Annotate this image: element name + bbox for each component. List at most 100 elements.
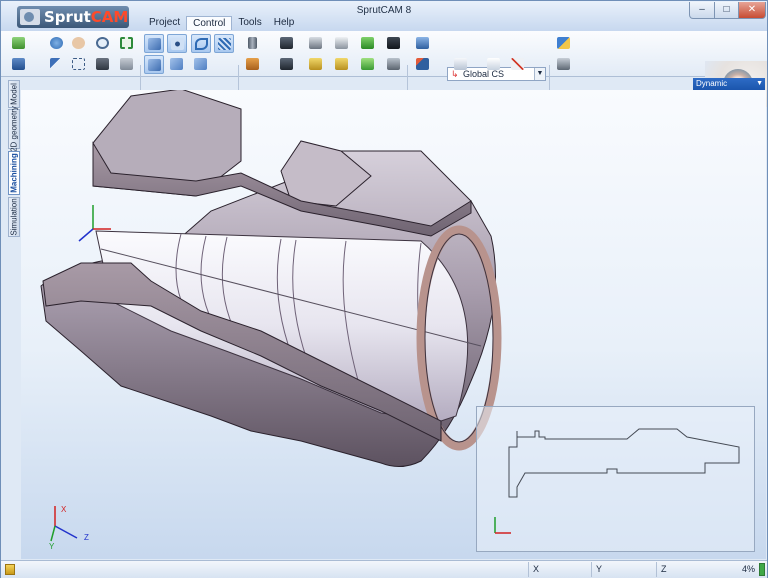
- tool-holder-icon: [248, 37, 257, 49]
- save-icon: [12, 58, 25, 70]
- cs-move-button[interactable]: [413, 55, 433, 74]
- menu-item-control[interactable]: Control: [186, 16, 233, 30]
- point-select-button[interactable]: [167, 34, 187, 53]
- select-window-button[interactable]: [69, 55, 89, 74]
- side-tabs: Model 2D geometry Machining Simulation: [5, 78, 21, 558]
- op-boring-icon: [335, 58, 348, 70]
- surface-select-icon: [218, 38, 231, 50]
- axis-label-z: Z: [84, 533, 89, 542]
- tab-machining[interactable]: Machining: [8, 151, 20, 195]
- op-threading-button[interactable]: [358, 34, 378, 53]
- menu-item-project[interactable]: Project: [143, 16, 186, 30]
- filter-select-2-button[interactable]: [191, 55, 211, 74]
- status-x: X: [528, 562, 588, 577]
- op-roughing-button[interactable]: [277, 34, 297, 53]
- status-progress-label: 4%: [741, 564, 755, 574]
- cs-move-icon: [416, 58, 429, 70]
- simulation-settings-button[interactable]: [554, 34, 574, 53]
- cs-button[interactable]: [413, 34, 433, 53]
- op-drilling-icon: [335, 37, 348, 49]
- tool-settings-button[interactable]: [554, 55, 574, 74]
- 3d-viewport[interactable]: X Z Y: [21, 90, 766, 559]
- filter-select-2-icon: [194, 58, 207, 70]
- zoom-fit-button[interactable]: [117, 34, 137, 53]
- select-arrow-icon: [50, 58, 63, 70]
- chevron-down-icon: ▼: [756, 80, 763, 87]
- select-arrow-button[interactable]: [47, 55, 67, 74]
- shaded-view-icon: [148, 38, 161, 50]
- snapshot-icon: [96, 58, 109, 70]
- simulation-settings-icon: [557, 37, 570, 49]
- print-icon: [120, 58, 133, 70]
- cs-delete-icon: [511, 58, 524, 70]
- cs-edit-button[interactable]: [451, 55, 471, 74]
- save-button[interactable]: [9, 55, 29, 74]
- toolbar: ↳ Global CS ▼: [1, 31, 767, 107]
- axis-label-x: X: [61, 505, 67, 514]
- status-x-label: X: [533, 564, 540, 574]
- title-bar: Sprut CAM SprutCAM 8 – □ ✕ Project Contro…: [1, 1, 767, 31]
- op-grooving-button[interactable]: [384, 34, 404, 53]
- tab-machining-label: Machining: [9, 153, 19, 193]
- machine-button[interactable]: [384, 55, 404, 74]
- status-progress-text: 4%: [727, 562, 757, 577]
- op-finishing-button[interactable]: [306, 34, 326, 53]
- op-parting-icon: [280, 58, 293, 70]
- shaded-view-2-button[interactable]: [144, 55, 164, 74]
- pan-view-icon: [72, 37, 85, 49]
- tab-simulation[interactable]: Simulation: [8, 197, 20, 237]
- menu-item-help[interactable]: Help: [268, 16, 301, 30]
- import-icon: [12, 37, 25, 49]
- app-window: Sprut CAM SprutCAM 8 – □ ✕ Project Contro…: [0, 0, 768, 578]
- profile-outline: [508, 428, 740, 498]
- snapshot-button[interactable]: [93, 55, 113, 74]
- cs-icon: [416, 37, 429, 49]
- tool-holder-button[interactable]: [243, 34, 263, 53]
- tab-2d-geometry-label: 2D geometry: [9, 106, 19, 152]
- op-tilt-icon: [361, 58, 374, 70]
- profile-preview-panel[interactable]: [476, 406, 755, 552]
- point-select-icon: [171, 38, 184, 50]
- status-z: Z: [656, 562, 726, 577]
- status-progress-bar: [759, 563, 765, 576]
- profile-preview-drawing: [494, 428, 740, 534]
- cs-new-button[interactable]: [484, 55, 504, 74]
- op-roughing-icon: [280, 37, 293, 49]
- shaded-view-button[interactable]: [144, 34, 164, 53]
- filter-select-button[interactable]: [167, 55, 187, 74]
- workpiece-icon: [246, 58, 259, 70]
- cs-delete-button[interactable]: [508, 55, 528, 74]
- maximize-button[interactable]: □: [714, 2, 739, 19]
- tab-2d-geometry[interactable]: 2D geometry: [8, 106, 20, 152]
- op-threading-icon: [361, 37, 374, 49]
- menu-item-tools[interactable]: Tools: [232, 16, 267, 30]
- op-boring-button[interactable]: [332, 55, 352, 74]
- curve-select-button[interactable]: [191, 34, 211, 53]
- cs-new-icon: [487, 58, 500, 70]
- zoom-view-icon: [96, 37, 109, 49]
- op-parting-button[interactable]: [277, 55, 297, 74]
- view-mode-value: Dynamic: [696, 79, 728, 88]
- op-drilling-button[interactable]: [332, 34, 352, 53]
- workpiece-button[interactable]: [243, 55, 263, 74]
- status-y-label: Y: [596, 564, 603, 574]
- view-mode-select[interactable]: Dynamic ▼: [693, 78, 765, 90]
- pan-view-button[interactable]: [69, 34, 89, 53]
- op-finishing-icon: [309, 37, 322, 49]
- close-button[interactable]: ✕: [738, 2, 766, 19]
- shaded-view-2-icon: [148, 59, 161, 71]
- op-facing-icon: [309, 58, 322, 70]
- import-button[interactable]: [9, 34, 29, 53]
- rotate-view-icon: [50, 37, 63, 49]
- tab-model[interactable]: Model: [8, 80, 20, 108]
- zoom-view-button[interactable]: [93, 34, 113, 53]
- rotate-view-button[interactable]: [47, 34, 67, 53]
- op-tilt-button[interactable]: [358, 55, 378, 74]
- surface-select-button[interactable]: [214, 34, 234, 53]
- cs-edit-icon: [454, 58, 467, 70]
- axis-label-y: Y: [49, 542, 55, 551]
- minimize-button[interactable]: –: [689, 2, 715, 19]
- op-facing-button[interactable]: [306, 55, 326, 74]
- print-button[interactable]: [117, 55, 137, 74]
- curve-select-icon: [195, 38, 208, 50]
